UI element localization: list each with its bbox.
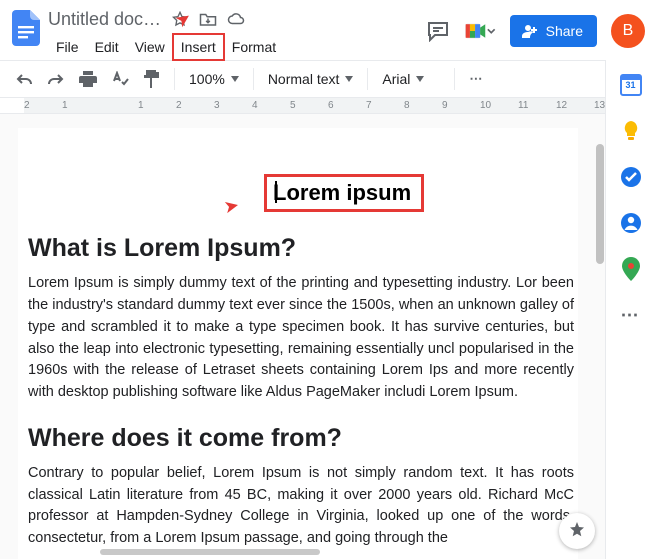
ruler-mark: 1	[62, 100, 68, 111]
ruler-mark: 6	[328, 100, 334, 111]
document-page[interactable]: Lorem ipsum What is Lorem Ipsum? Lorem I…	[18, 128, 578, 559]
account-avatar[interactable]: B	[611, 14, 645, 48]
star-icon[interactable]	[171, 10, 189, 28]
avatar-initial: B	[623, 22, 634, 40]
section-heading-2[interactable]: Where does it come from?	[28, 424, 578, 453]
print-button[interactable]	[74, 65, 102, 93]
vertical-scrollbar-thumb[interactable]	[596, 144, 604, 264]
section-body-1[interactable]: Lorem Ipsum is simply dummy text of the …	[28, 273, 578, 404]
spellcheck-button[interactable]	[106, 65, 134, 93]
move-icon[interactable]	[199, 10, 217, 28]
comment-history-icon[interactable]	[426, 20, 450, 42]
ruler-mark: 7	[366, 100, 372, 111]
ruler-mark: 2	[24, 100, 30, 111]
google-meet-icon[interactable]	[464, 18, 496, 44]
sidepanel-more-button[interactable]: ⋯	[620, 304, 642, 326]
ruler-mark: 9	[442, 100, 448, 111]
paragraph-style-dropdown[interactable]: Normal text	[262, 67, 360, 91]
ruler-mark: 4	[252, 100, 258, 111]
document-title-block[interactable]: Lorem ipsum	[264, 174, 424, 212]
toolbar-more-button[interactable]: ⋯	[463, 67, 490, 91]
document-title-text: Lorem ipsum	[273, 180, 411, 205]
zoom-value: 100%	[189, 71, 225, 87]
docs-logo-icon[interactable]	[8, 10, 44, 46]
contacts-addon-icon[interactable]	[620, 212, 642, 234]
ruler-mark: 10	[480, 100, 491, 111]
ruler-mark: 2	[176, 100, 182, 111]
horizontal-scrollbar[interactable]	[60, 549, 400, 557]
text-cursor	[275, 181, 277, 203]
calendar-addon-icon[interactable]: 31	[620, 74, 642, 96]
ruler-mark: 12	[556, 100, 567, 111]
font-family-value: Arial	[382, 71, 410, 87]
explore-button[interactable]	[559, 513, 595, 549]
paint-format-button[interactable]	[138, 65, 166, 93]
share-button-label: Share	[546, 23, 583, 39]
toolbar: 100% Normal text Arial ⋯	[0, 60, 655, 98]
menu-bar: File Edit View Insert Format	[48, 34, 426, 60]
undo-button[interactable]	[10, 65, 38, 93]
cloud-status-icon[interactable]	[227, 10, 245, 28]
horizontal-ruler[interactable]: 2112345678910111213	[0, 98, 655, 114]
redo-button[interactable]	[42, 65, 70, 93]
side-panel: 31 ⋯	[605, 60, 655, 559]
zoom-dropdown[interactable]: 100%	[183, 67, 245, 91]
tasks-addon-icon[interactable]	[620, 166, 642, 188]
menu-view[interactable]: View	[127, 34, 173, 60]
menu-edit[interactable]: Edit	[87, 34, 127, 60]
keep-addon-icon[interactable]	[620, 120, 642, 142]
font-family-dropdown[interactable]: Arial	[376, 67, 446, 91]
section-body-2[interactable]: Contrary to popular belief, Lorem Ipsum …	[28, 463, 578, 550]
share-button[interactable]: Share	[510, 15, 597, 47]
ruler-mark: 8	[404, 100, 410, 111]
paragraph-style-value: Normal text	[268, 71, 340, 87]
maps-addon-icon[interactable]	[620, 258, 642, 280]
document-canvas[interactable]: Lorem ipsum What is Lorem Ipsum? Lorem I…	[0, 114, 605, 559]
ruler-mark: 13	[594, 100, 605, 111]
ruler-mark: 11	[518, 100, 528, 111]
ruler-mark: 5	[290, 100, 296, 111]
ruler-mark: 3	[214, 100, 220, 111]
vertical-scrollbar[interactable]	[595, 120, 605, 360]
section-heading-1[interactable]: What is Lorem Ipsum?	[28, 234, 578, 263]
calendar-day-number: 31	[620, 80, 642, 90]
menu-format[interactable]: Format	[224, 34, 284, 60]
horizontal-scrollbar-thumb[interactable]	[100, 549, 320, 555]
menu-insert[interactable]: Insert	[173, 34, 224, 60]
document-title[interactable]: Untitled doc…	[48, 9, 161, 30]
ruler-mark: 1	[138, 100, 144, 111]
menu-file[interactable]: File	[48, 34, 87, 60]
